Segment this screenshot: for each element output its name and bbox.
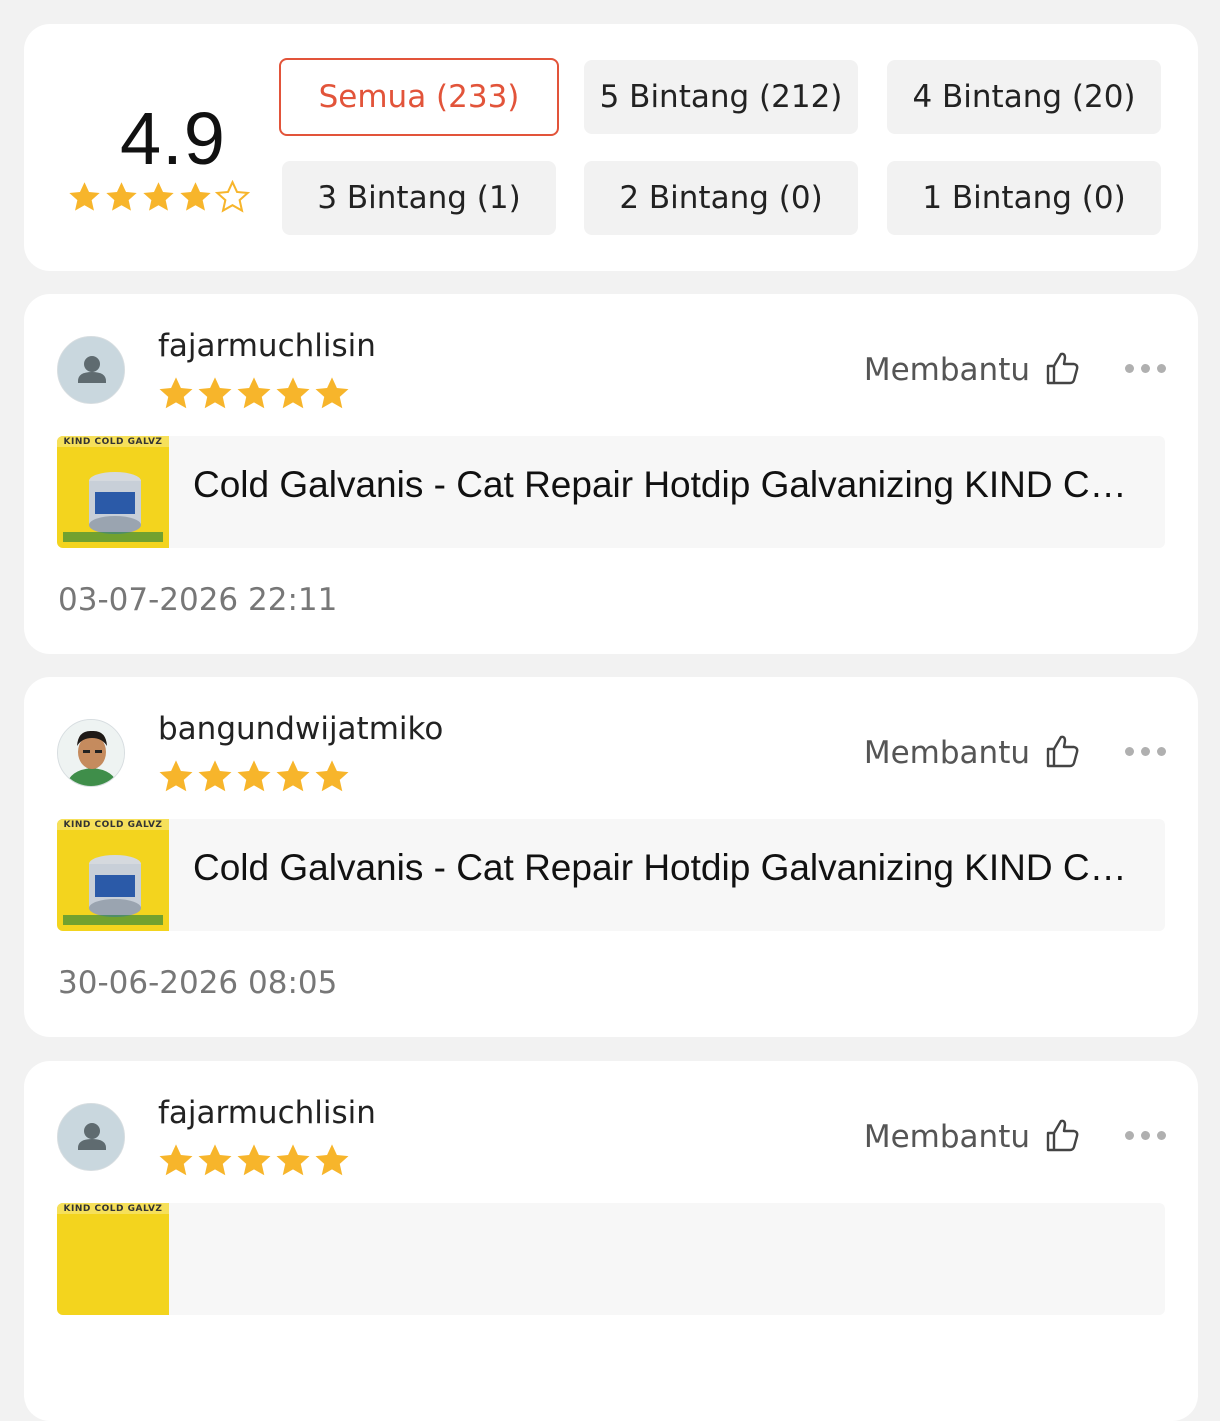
star-filled-icon (276, 377, 310, 409)
product-thumbnail: KIND COLD GALVZ (57, 1203, 169, 1315)
star-filled-icon (276, 760, 310, 792)
thumbs-up-icon (1044, 1117, 1080, 1157)
star-filled-icon (180, 182, 211, 211)
helpful-button[interactable]: Membantu (864, 1117, 1080, 1157)
filter-all[interactable]: Semua (233) (279, 58, 559, 136)
star-filled-icon (106, 182, 137, 211)
star-filled-icon (276, 1144, 310, 1176)
product-name: Cold Galvanis - Cat Repair Hotdip Galvan… (193, 847, 1143, 888)
star-filled-icon (237, 760, 271, 792)
star-filled-icon (237, 377, 271, 409)
avatar[interactable] (57, 1103, 125, 1171)
star-filled-icon (315, 1144, 349, 1176)
review-date: 03-07-2026 22:11 (58, 582, 338, 618)
product-thumbnail: KIND COLD GALVZ (57, 436, 169, 548)
star-filled-icon (315, 760, 349, 792)
review-stars (157, 1142, 351, 1180)
helpful-button[interactable]: Membantu (864, 350, 1080, 390)
product-link[interactable]: KIND COLD GALVZ Cold Galvanis - Cat Repa… (57, 436, 1165, 548)
thumbs-up-icon (1044, 350, 1080, 390)
product-thumbnail: KIND COLD GALVZ (57, 819, 169, 931)
filter-1-star[interactable]: 1 Bintang (0) (887, 161, 1161, 235)
product-name: Cold Galvanis - Cat Repair Hotdip Galvan… (193, 464, 1143, 505)
more-options-button[interactable] (1125, 747, 1166, 756)
filter-4-star[interactable]: 4 Bintang (20) (887, 60, 1161, 134)
average-rating: 4.9 (120, 97, 226, 180)
star-empty-icon (215, 180, 250, 213)
avatar[interactable] (57, 336, 125, 404)
filter-2-star[interactable]: 2 Bintang (0) (584, 161, 858, 235)
star-filled-icon (237, 1144, 271, 1176)
review-card: bangundwijatmiko Membantu KIND COLD GALV… (24, 677, 1198, 1037)
star-filled-icon (69, 182, 100, 211)
username[interactable]: fajarmuchlisin (158, 1095, 376, 1131)
star-filled-icon (198, 760, 232, 792)
helpful-label: Membantu (863, 352, 1030, 388)
helpful-label: Membantu (863, 1119, 1030, 1155)
review-stars (157, 758, 351, 796)
filter-3-star[interactable]: 3 Bintang (1) (282, 161, 556, 235)
default-user-icon (58, 337, 124, 403)
star-filled-icon (198, 1144, 232, 1176)
average-rating-stars (67, 180, 250, 215)
review-date: 30-06-2026 08:05 (58, 965, 338, 1001)
star-filled-icon (198, 377, 232, 409)
review-card: fajarmuchlisin Membantu KIND COLD GALVZ … (24, 294, 1198, 654)
thumb-label: KIND COLD GALVZ (57, 1203, 169, 1214)
thumbs-up-icon (1044, 733, 1080, 773)
star-filled-icon (159, 377, 193, 409)
more-options-button[interactable] (1125, 1131, 1166, 1140)
star-filled-icon (159, 760, 193, 792)
username[interactable]: bangundwijatmiko (158, 711, 443, 747)
more-options-button[interactable] (1125, 364, 1166, 373)
default-user-icon (58, 1104, 124, 1170)
filter-5-star[interactable]: 5 Bintang (212) (584, 60, 858, 134)
helpful-label: Membantu (863, 735, 1030, 771)
review-card: fajarmuchlisin Membantu KIND COLD GALVZ (24, 1061, 1198, 1421)
avatar[interactable] (57, 719, 125, 787)
product-link[interactable]: KIND COLD GALVZ (57, 1203, 1165, 1315)
product-link[interactable]: KIND COLD GALVZ Cold Galvanis - Cat Repa… (57, 819, 1165, 931)
star-filled-icon (159, 1144, 193, 1176)
star-filled-icon (143, 182, 174, 211)
username[interactable]: fajarmuchlisin (158, 328, 376, 364)
helpful-button[interactable]: Membantu (864, 733, 1080, 773)
review-stars (157, 375, 351, 413)
star-filled-icon (315, 377, 349, 409)
user-photo-icon (58, 720, 124, 786)
rating-summary-card: 4.9 Semua (233) 5 Bintang (212) 4 Bintan… (24, 24, 1198, 271)
